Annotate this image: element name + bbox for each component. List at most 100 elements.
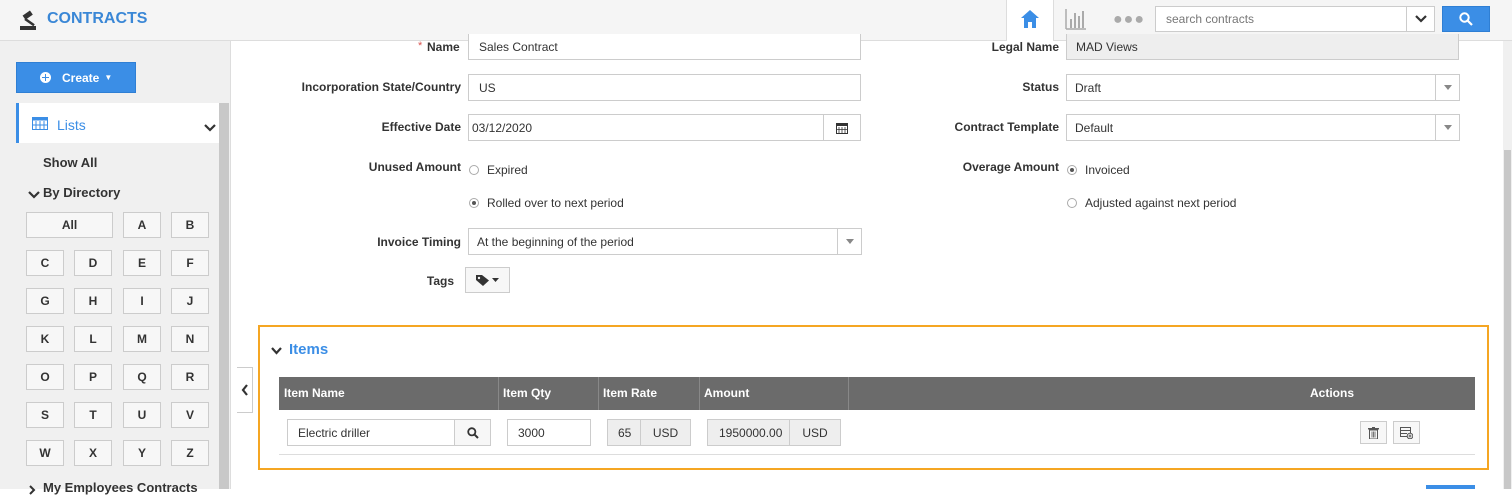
letter-button[interactable]: Y — [123, 440, 161, 466]
letter-button[interactable]: V — [171, 402, 209, 428]
add-row-icon — [1400, 426, 1413, 439]
amount-input[interactable]: 1950000.00 — [707, 419, 790, 446]
caret-down-icon — [492, 278, 499, 282]
letter-button[interactable]: X — [74, 440, 112, 466]
letter-button[interactable]: U — [123, 402, 161, 428]
letter-button[interactable]: D — [74, 250, 112, 276]
item-rate-input[interactable]: 65 — [607, 419, 641, 446]
gavel-icon — [18, 9, 42, 31]
item-name-input[interactable]: Electric driller — [287, 419, 455, 446]
letter-button[interactable]: E — [123, 250, 161, 276]
letter-button[interactable]: A — [123, 212, 161, 238]
contract-template-select[interactable]: Default — [1066, 114, 1460, 141]
letter-button[interactable]: L — [74, 326, 112, 352]
app-title: CONTRACTS — [47, 10, 148, 27]
letter-button[interactable]: R — [171, 364, 209, 390]
caret-down-icon: ▼ — [104, 73, 113, 82]
status-select[interactable]: Draft — [1066, 74, 1460, 101]
letter-button[interactable]: T — [74, 402, 112, 428]
search-input[interactable] — [1156, 7, 1416, 31]
legal-name-input[interactable]: MAD Views — [1066, 34, 1459, 60]
letter-button[interactable]: P — [74, 364, 112, 390]
row-divider — [279, 454, 1475, 455]
delete-item-button[interactable] — [1360, 421, 1387, 444]
column-header-actions: Actions — [1310, 386, 1355, 400]
home-tab[interactable] — [1006, 0, 1054, 41]
name-input[interactable]: Sales Contract — [468, 34, 861, 60]
letter-button[interactable]: C — [26, 250, 64, 276]
overage-adjusted-radio[interactable] — [1067, 198, 1077, 208]
letter-button[interactable]: J — [171, 288, 209, 314]
overage-adjusted-label: Adjusted against next period — [1085, 196, 1237, 210]
create-label: Create — [62, 70, 100, 85]
more-icon[interactable]: ●●● — [1113, 11, 1145, 29]
legal-name-label: Legal Name — [991, 40, 1059, 54]
incorporation-input[interactable]: US — [468, 74, 861, 101]
unused-rolled-over-radio[interactable] — [469, 198, 479, 208]
save-button[interactable] — [1426, 485, 1475, 489]
letter-button[interactable]: O — [26, 364, 64, 390]
column-divider — [699, 377, 700, 410]
my-employees-contracts-link[interactable]: My Employees Contracts — [43, 480, 198, 495]
search-button[interactable] — [1442, 6, 1490, 32]
calendar-grid-icon — [32, 117, 48, 133]
tags-button[interactable] — [465, 267, 510, 293]
letter-button[interactable]: B — [171, 212, 209, 238]
overage-invoiced-label: Invoiced — [1085, 163, 1130, 177]
letter-button[interactable]: Z — [171, 440, 209, 466]
tags-label: Tags — [426, 274, 454, 288]
chevron-down-icon[interactable] — [204, 121, 216, 135]
column-header-item-name: Item Name — [284, 386, 345, 400]
letter-button[interactable]: Q — [123, 364, 161, 390]
column-header-item-qty: Item Qty — [503, 386, 552, 400]
chevron-down-icon[interactable] — [28, 188, 40, 202]
letter-button-all[interactable]: All — [26, 212, 113, 238]
tag-icon — [476, 274, 489, 286]
effective-date-value: 03/12/2020 — [472, 120, 533, 135]
status-label: Status — [1022, 80, 1059, 94]
by-directory-heading[interactable]: By Directory — [43, 185, 120, 200]
contract-template-value: Default — [1075, 120, 1114, 135]
bar-chart-icon[interactable] — [1064, 7, 1088, 34]
sidebar-scrollbar[interactable] — [219, 103, 229, 489]
lists-label: Lists — [57, 117, 86, 133]
letter-button[interactable]: F — [171, 250, 209, 276]
letter-button[interactable]: M — [123, 326, 161, 352]
contract-template-label: Contract Template — [954, 120, 1059, 134]
required-icon: * — [418, 40, 423, 52]
caret-down-icon — [837, 229, 861, 254]
main-scrollbar-thumb[interactable] — [1504, 150, 1511, 489]
caret-down-icon — [1435, 75, 1459, 100]
unused-expired-radio[interactable] — [469, 165, 479, 175]
overage-invoiced-radio[interactable] — [1067, 165, 1077, 175]
search-dropdown-button[interactable] — [1407, 6, 1435, 32]
letter-button[interactable]: H — [74, 288, 112, 314]
caret-down-icon — [1435, 115, 1459, 140]
rate-currency-label: USD — [640, 419, 691, 446]
create-button[interactable]: Create ▼ — [16, 62, 136, 93]
letter-button[interactable]: G — [26, 288, 64, 314]
item-search-button[interactable] — [454, 419, 491, 446]
show-all-link[interactable]: Show All — [43, 155, 97, 170]
effective-date-input[interactable]: 03/12/2020 — [468, 114, 861, 141]
name-label: Name — [427, 40, 460, 54]
chevron-down-icon[interactable] — [271, 344, 282, 358]
trash-icon — [1368, 426, 1379, 439]
items-table-header — [279, 377, 1475, 410]
letter-button[interactable]: S — [26, 402, 64, 428]
letter-button[interactable]: I — [123, 288, 161, 314]
chevron-right-icon[interactable] — [28, 484, 36, 498]
item-qty-input[interactable]: 3000 — [507, 419, 591, 446]
unused-rolled-over-label: Rolled over to next period — [487, 196, 624, 210]
column-divider — [848, 377, 849, 410]
collapse-sidebar-button[interactable] — [237, 367, 253, 413]
letter-button[interactable]: K — [26, 326, 64, 352]
calendar-icon[interactable] — [823, 115, 860, 140]
column-header-amount: Amount — [704, 386, 750, 400]
invoice-timing-select[interactable]: At the beginning of the period — [468, 228, 862, 255]
add-item-button[interactable] — [1393, 421, 1420, 444]
letter-button[interactable]: W — [26, 440, 64, 466]
items-title[interactable]: Items — [289, 341, 328, 358]
column-divider — [598, 377, 599, 410]
letter-button[interactable]: N — [171, 326, 209, 352]
